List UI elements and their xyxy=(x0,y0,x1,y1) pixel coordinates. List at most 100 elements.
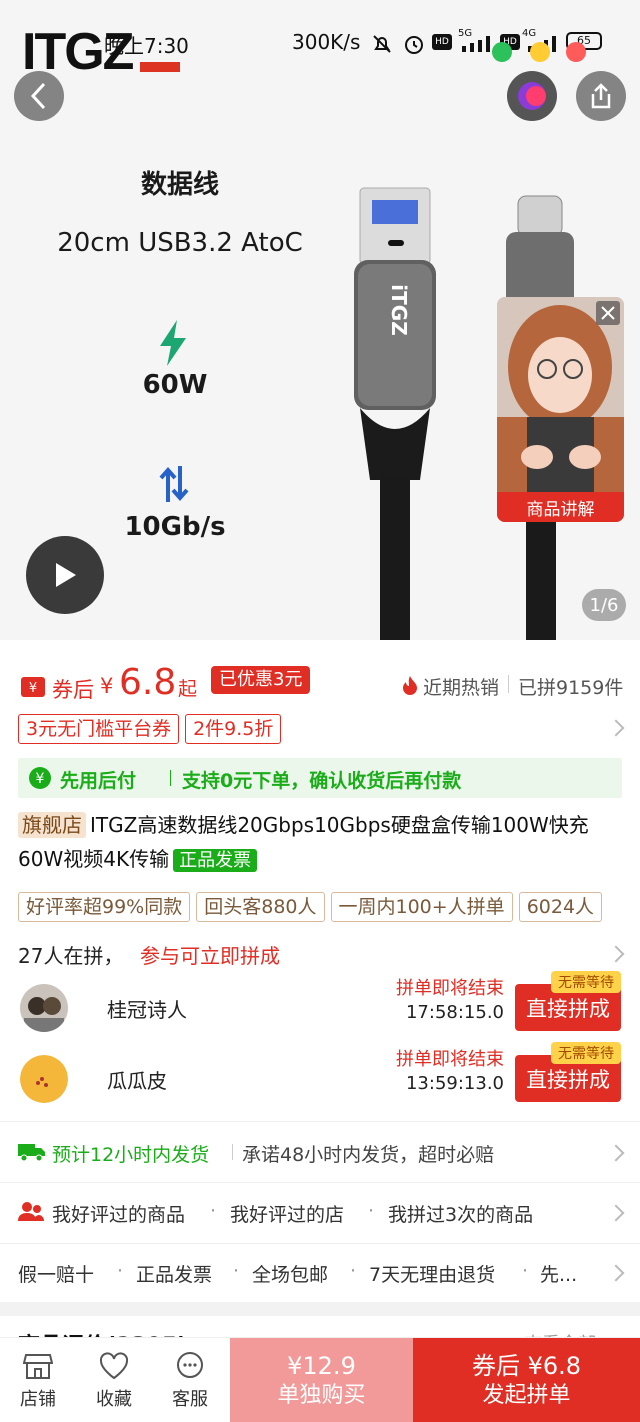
store-tab[interactable]: 店铺 xyxy=(0,1338,76,1422)
dot-separator: · xyxy=(368,1200,375,1222)
buy-alone-button[interactable]: ¥12.9 单独购买 xyxy=(230,1338,413,1422)
alarm-icon xyxy=(405,36,423,54)
price-suffix: 起 xyxy=(178,678,198,700)
coupon-icon: ¥ xyxy=(21,677,45,697)
alone-price: ¥12.9 xyxy=(287,1351,356,1380)
product-title: ITGZ高速数据线20Gbps10Gbps硬盘盒传输100W快充60W视频4K传… xyxy=(18,813,589,871)
dot-separator: · xyxy=(350,1260,357,1282)
sold-count: 已拼9159件 xyxy=(518,677,624,699)
dot-separator: · xyxy=(117,1260,124,1282)
member-countdown: 17:58:15.0 xyxy=(405,1002,504,1023)
shipping-row[interactable]: 预计12小时内发货 承诺48小时内发货，超时必赔 xyxy=(0,1122,640,1182)
notification-dot-green xyxy=(492,42,512,62)
paylater-icon: ¥ xyxy=(29,767,51,789)
dot-separator: · xyxy=(233,1260,240,1282)
multi-buy-discount-tag[interactable]: 2件9.5折 xyxy=(185,714,282,744)
divider xyxy=(170,770,171,786)
play-icon xyxy=(56,563,76,587)
service-item: 正品发票 xyxy=(136,1264,213,1286)
group-buy-item: 瓜瓜皮 拼单即将结束 13:59:13.0 直接拼成 无需等待 xyxy=(0,1042,640,1113)
currency-symbol: ¥ xyxy=(100,674,114,698)
start-group-button[interactable]: 券后 ¥6.8 发起拼单 xyxy=(413,1338,640,1422)
history-item: 我好评过的商品 xyxy=(52,1204,186,1226)
group-label: 发起拼单 xyxy=(482,1382,571,1408)
user-avatar-image xyxy=(20,1055,68,1103)
paylater-row[interactable]: ¥ 先用后付 支持0元下单，确认收货后再付款 xyxy=(0,758,640,798)
price-value: 6.8 xyxy=(119,662,177,703)
member-countdown: 13:59:13.0 xyxy=(405,1073,504,1094)
feature-tags-row: 好评率超99%同款 回头客880人 一周内100+人拼单 6024人 xyxy=(0,890,640,924)
avatar xyxy=(20,984,68,1032)
close-video-button[interactable] xyxy=(596,301,620,325)
users-icon xyxy=(18,1202,44,1221)
invoice-tag: 正品发票 xyxy=(173,849,258,872)
platform-coupon-tag[interactable]: 3元无门槛平台券 xyxy=(18,714,180,744)
divider xyxy=(508,675,509,693)
share-button[interactable] xyxy=(576,71,626,121)
no-wait-badge: 无需等待 xyxy=(551,1042,621,1064)
group-buy-header[interactable]: 27人在拼， 参与可立即拼成 xyxy=(0,934,640,970)
video-logo-icon xyxy=(518,82,546,110)
group-count: 27人在拼， xyxy=(18,944,124,968)
hd-icon: HD xyxy=(432,34,452,50)
svg-text:¥: ¥ xyxy=(36,771,45,787)
product-headline: 数据线 xyxy=(140,170,219,200)
favorite-label: 收藏 xyxy=(96,1388,132,1410)
avatar xyxy=(20,1055,68,1103)
store-icon xyxy=(23,1353,53,1379)
user-avatar-image xyxy=(20,984,68,1032)
service-label: 客服 xyxy=(172,1388,208,1410)
power-label: 60W xyxy=(142,370,208,400)
feature-tag: 回头客880人 xyxy=(196,892,325,922)
play-video-button[interactable] xyxy=(26,536,104,614)
cable-brand-text: iTGZ xyxy=(387,284,411,335)
member-status: 拼单即将结束 xyxy=(396,1049,504,1070)
live-explain-video[interactable]: 商品讲解 xyxy=(497,297,624,522)
chevron-right-icon xyxy=(607,719,625,737)
history-item: 我拼过3次的商品 xyxy=(388,1204,534,1226)
member-status: 拼单即将结束 xyxy=(396,978,504,999)
chevron-left-icon xyxy=(30,82,46,110)
history-item: 我好评过的店 xyxy=(230,1204,345,1226)
notification-dot-red xyxy=(566,42,586,62)
image-counter: 1/6 xyxy=(582,589,626,621)
feature-tag: 6024人 xyxy=(518,892,603,922)
paylater-banner[interactable]: ¥ 先用后付 支持0元下单，确认收货后再付款 xyxy=(18,758,622,798)
pdd-video-button[interactable] xyxy=(507,71,557,121)
personal-history-row[interactable]: 我好评过的商品 · 我好评过的店 · 我拼过3次的商品 xyxy=(0,1183,640,1243)
no-wait-badge: 无需等待 xyxy=(551,971,621,993)
divider xyxy=(232,1144,233,1160)
price-row: ¥ 券后 ¥ 6.8 起 已优惠3元 近期热销 已拼9159件 xyxy=(0,660,640,710)
fire-icon xyxy=(403,676,417,695)
group-join-hint: 参与可立即拼成 xyxy=(140,944,280,968)
section-separator xyxy=(0,1302,640,1316)
status-speed: 300K/s xyxy=(292,30,361,54)
share-icon xyxy=(591,83,611,109)
service-item: 全场包邮 xyxy=(252,1264,329,1286)
paylater-title: 先用后付 xyxy=(60,770,137,792)
shipping-guarantee: 承诺48小时内发货，超时必赔 xyxy=(242,1144,495,1166)
coupon-row[interactable]: 3元无门槛平台券 2件9.5折 xyxy=(0,712,640,746)
product-title-block: 旗舰店 ITGZ高速数据线20Gbps10Gbps硬盘盒传输100W快充60W视频… xyxy=(0,808,640,878)
service-item: 先... xyxy=(540,1264,578,1286)
bottom-action-bar: 店铺 收藏 客服 ¥12.9 单独购买 券后 ¥6.8 发起拼单 xyxy=(0,1337,640,1422)
svg-text:¥: ¥ xyxy=(29,681,37,696)
dot-separator: · xyxy=(210,1200,217,1222)
product-image-carousel[interactable]: 晚上7:30 300K/s HD 5G HD 4G 65 ITGZ 数据线 20… xyxy=(0,0,640,640)
truck-icon xyxy=(18,1144,45,1162)
store-tag: 旗舰店 xyxy=(18,812,86,838)
favorite-tab[interactable]: 收藏 xyxy=(76,1338,152,1422)
store-label: 店铺 xyxy=(20,1388,56,1410)
alone-label: 单独购买 xyxy=(277,1382,366,1408)
services-row[interactable]: 假一赔十 · 正品发票 · 全场包邮 · 7天无理由退货 · 先... xyxy=(0,1244,640,1302)
coupon-prefix: 券后 xyxy=(52,678,94,702)
back-button[interactable] xyxy=(14,71,64,121)
feature-tag: 一周内100+人拼单 xyxy=(330,892,513,922)
customer-service-tab[interactable]: 客服 xyxy=(152,1338,228,1422)
close-icon xyxy=(601,306,615,320)
chevron-right-icon xyxy=(607,1144,625,1162)
signal-icon xyxy=(462,36,490,52)
presenter-image xyxy=(497,297,624,522)
member-name: 桂冠诗人 xyxy=(107,998,187,1022)
product-page: 晚上7:30 300K/s HD 5G HD 4G 65 ITGZ 数据线 20… xyxy=(0,0,640,1422)
